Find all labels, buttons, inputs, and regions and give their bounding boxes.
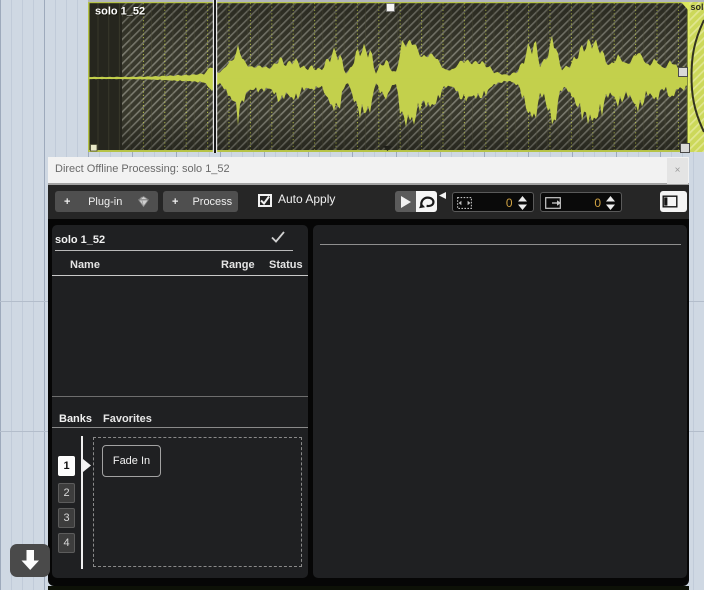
svg-text:solo 1_52: solo 1_52 [95,6,145,18]
svg-text:sol: sol [691,2,704,12]
